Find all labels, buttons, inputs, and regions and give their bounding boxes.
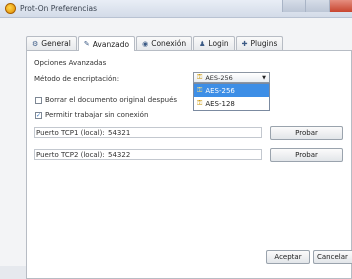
encryption-selected-value: AES-256 — [205, 73, 233, 82]
user-icon: ♟ — [199, 39, 206, 48]
gear-icon: ⚙ — [32, 39, 39, 48]
section-title: Opciones Avanzadas — [34, 59, 107, 67]
tab-general[interactable]: ⚙ General — [26, 36, 77, 50]
port2-label: Puerto TCP2 (local): — [36, 151, 105, 159]
tab-label: Login — [208, 39, 229, 48]
encryption-select[interactable]: ⚿ AES-256 ▼ — [193, 72, 270, 83]
background-strip — [0, 266, 26, 279]
close-button[interactable] — [328, 0, 352, 12]
delete-original-checkbox[interactable] — [35, 97, 42, 104]
encryption-dropdown-list: ⚿ AES-256 ⚿ AES-128 — [193, 83, 270, 111]
minimize-button[interactable] — [282, 0, 306, 12]
key-icon: ⚿ — [197, 99, 203, 107]
tab-label: Conexión — [151, 39, 187, 48]
offline-checkbox[interactable]: ✓ — [35, 112, 42, 119]
chevron-down-icon: ▼ — [262, 75, 266, 81]
title-bar[interactable]: Prot-On Preferencias — [0, 0, 352, 18]
tab-label: Plugins — [250, 39, 278, 48]
advanced-panel — [26, 50, 352, 279]
port1-value: 54321 — [108, 129, 131, 137]
globe-icon: ◉ — [142, 39, 149, 48]
port2-value: 54322 — [108, 151, 131, 159]
delete-original-label: Borrar el documento original después — [45, 96, 178, 104]
offline-label: Permitir trabajar sin conexión — [45, 111, 149, 119]
accept-button[interactable]: Aceptar — [266, 250, 310, 264]
cancel-button[interactable]: Cancelar — [313, 250, 352, 264]
encryption-option-aes-256[interactable]: ⚿ AES-256 — [194, 84, 269, 97]
tab-bar: ⚙ General ✎ Avanzado ◉ Conexión ♟ Login … — [26, 36, 284, 51]
option-label: AES-256 — [205, 86, 235, 95]
encryption-label: Método de encriptación: — [34, 75, 120, 83]
app-logo-icon — [5, 3, 16, 14]
tab-label: General — [41, 39, 71, 48]
wrench-icon: ✎ — [83, 40, 90, 48]
preferences-window: Prot-On Preferencias ⚙ General ✎ Avanzad… — [0, 0, 352, 279]
puzzle-icon: ✚ — [241, 39, 248, 48]
port1-label: Puerto TCP1 (local): — [36, 129, 105, 137]
tab-connection[interactable]: ◉ Conexión — [136, 36, 193, 50]
test-port1-button[interactable]: Probar — [270, 126, 343, 140]
key-icon: ⚿ — [197, 73, 203, 81]
encryption-option-aes-128[interactable]: ⚿ AES-128 — [194, 97, 269, 110]
tab-label: Avanzado — [92, 39, 130, 49]
window-title: Prot-On Preferencias — [20, 4, 97, 13]
tab-advanced[interactable]: ✎ Avanzado — [77, 36, 136, 51]
tab-plugins[interactable]: ✚ Plugins — [235, 36, 284, 50]
window-controls — [282, 0, 352, 12]
test-port2-button[interactable]: Probar — [270, 148, 343, 162]
key-icon: ⚿ — [197, 86, 203, 94]
tab-login[interactable]: ♟ Login — [193, 36, 235, 50]
maximize-button[interactable] — [305, 0, 329, 12]
option-label: AES-128 — [205, 99, 235, 108]
